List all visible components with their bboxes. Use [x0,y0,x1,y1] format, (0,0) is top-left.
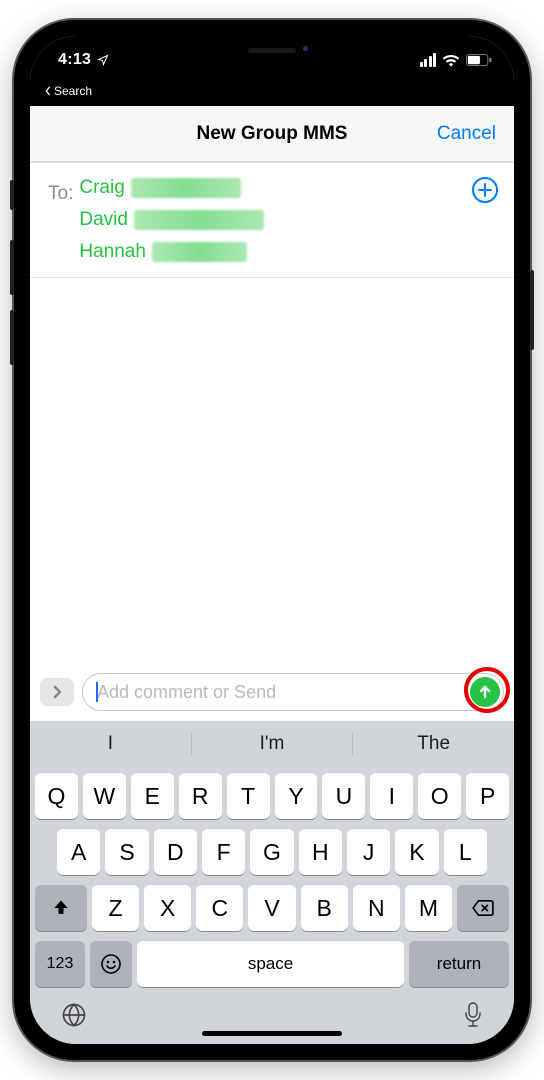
recipient-chip[interactable]: Hannah [79,241,264,263]
space-key[interactable]: space [137,941,404,987]
home-indicator[interactable] [202,1031,342,1036]
key-v[interactable]: V [248,885,295,931]
side-button-vol-down [10,310,14,365]
key-m[interactable]: M [405,885,452,931]
key-d[interactable]: D [154,829,197,875]
side-button-mute [10,180,14,210]
backspace-key[interactable] [457,885,509,931]
location-icon [97,54,109,66]
key-e[interactable]: E [131,773,174,819]
conversation-body [30,278,514,665]
key-a[interactable]: A [57,829,100,875]
send-button[interactable] [470,677,500,707]
recipients-field[interactable]: To: Craig David Hannah [30,162,514,278]
key-o[interactable]: O [418,773,461,819]
recipient-chip[interactable]: Craig [79,177,264,199]
redacted-surname [152,242,247,262]
key-b[interactable]: B [301,885,348,931]
key-p[interactable]: P [466,773,509,819]
globe-key[interactable] [60,1001,88,1034]
nav-header: New Group MMS Cancel [30,106,514,162]
suggestion-bar: I I'm The [30,721,514,767]
key-u[interactable]: U [322,773,365,819]
suggestion-3[interactable]: The [352,733,514,755]
key-y[interactable]: Y [275,773,318,819]
side-button-power [530,270,534,350]
app-drawer-toggle[interactable] [40,678,74,706]
key-r[interactable]: R [179,773,222,819]
back-label: Search [54,84,92,98]
message-input[interactable] [82,673,504,711]
notch [172,36,372,64]
battery-icon [466,54,492,67]
add-contact-button[interactable] [470,175,500,205]
recipient-name: Hannah [79,241,146,263]
page-title: New Group MMS [197,123,348,145]
suggestion-2[interactable]: I'm [191,733,353,755]
cell-signal-icon [420,53,437,67]
phone-frame: 4:13 Search New Group MMS Cancel [14,20,530,1060]
content: To: Craig David Hannah [30,162,514,721]
emoji-key[interactable] [90,941,132,987]
key-n[interactable]: N [353,885,400,931]
recipient-name: Craig [79,177,124,199]
key-g[interactable]: G [250,829,293,875]
recipient-name: David [79,209,128,231]
key-c[interactable]: C [196,885,243,931]
clock: 4:13 [58,51,91,69]
key-z[interactable]: Z [92,885,139,931]
recipient-chip[interactable]: David [79,209,264,231]
cancel-button[interactable]: Cancel [437,123,496,145]
key-i[interactable]: I [370,773,413,819]
key-q[interactable]: Q [35,773,78,819]
key-l[interactable]: L [444,829,487,875]
key-f[interactable]: F [202,829,245,875]
key-w[interactable]: W [83,773,126,819]
dictation-key[interactable] [462,1001,484,1034]
keyboard: I I'm The QWERTYUIOP ASDFGHJKL ZXCVBNM [30,721,514,1044]
side-button-vol-up [10,240,14,295]
key-j[interactable]: J [347,829,390,875]
redacted-surname [134,210,264,230]
compose-bar [30,665,514,721]
key-t[interactable]: T [227,773,270,819]
text-cursor [96,682,98,702]
key-k[interactable]: K [395,829,438,875]
wifi-icon [442,53,460,67]
back-to-app[interactable]: Search [30,84,514,106]
suggestion-1[interactable]: I [30,733,191,755]
key-x[interactable]: X [144,885,191,931]
shift-key[interactable] [35,885,87,931]
numbers-key[interactable]: 123 [35,941,85,987]
return-key[interactable]: return [409,941,509,987]
to-label: To: [48,177,73,263]
status-time: 4:13 [58,51,109,69]
key-s[interactable]: S [105,829,148,875]
redacted-surname [131,178,241,198]
key-h[interactable]: H [299,829,342,875]
screen: 4:13 Search New Group MMS Cancel [30,36,514,1044]
